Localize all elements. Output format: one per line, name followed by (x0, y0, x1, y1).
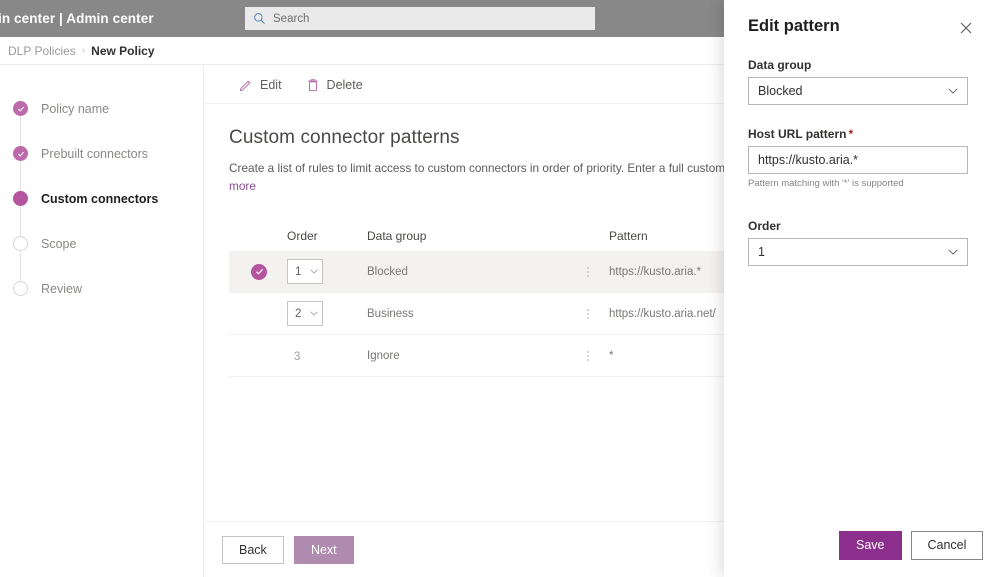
required-asterisk: * (848, 127, 854, 141)
table-header-data-group: Data group (367, 229, 427, 243)
breadcrumb-item-dlp-policies[interactable]: DLP Policies (0, 44, 76, 58)
more-options-icon (567, 307, 609, 321)
chevron-down-icon (948, 88, 958, 94)
order-dropdown[interactable]: 2 (287, 301, 323, 326)
suite-brand-title: in center | Admin center (0, 11, 154, 26)
step-connector-line (20, 204, 21, 236)
row-overflow-menu[interactable] (567, 307, 609, 321)
row-order-cell: 3 (287, 347, 367, 365)
wizard-steps-list: Policy name Prebuilt connectors Custom c… (0, 66, 203, 311)
host-url-label-text: Host URL pattern (748, 127, 847, 141)
row-selection-cell[interactable] (251, 263, 287, 280)
cancel-button[interactable]: Cancel (910, 530, 984, 560)
learn-more-link[interactable]: more (229, 179, 256, 193)
search-icon (254, 13, 265, 24)
wizard-step-label: Custom connectors (41, 191, 159, 206)
chevron-down-icon (948, 249, 958, 255)
panel-body: Data group Blocked Host URL pattern * htt… (724, 36, 992, 266)
breadcrumb-item-new-policy: New Policy (91, 43, 155, 58)
pencil-icon (239, 80, 251, 91)
wizard-step-prebuilt-connectors[interactable]: Prebuilt connectors (0, 131, 203, 176)
step-connector-line (20, 114, 21, 146)
data-group-selected-value: Blocked (758, 84, 803, 98)
order-dropdown-value: 1 (295, 265, 302, 278)
save-button[interactable]: Save (839, 530, 902, 560)
more-options-icon (567, 265, 609, 279)
step-status-current-icon (13, 191, 28, 206)
step-connector-line (20, 159, 21, 191)
order-dropdown-value: 2 (295, 307, 302, 320)
back-button[interactable]: Back (222, 535, 284, 564)
order-field: Order 1 (748, 219, 968, 266)
application-window: in center | Admin center Search DLP Poli… (0, 0, 992, 577)
wizard-step-custom-connectors[interactable]: Custom connectors (0, 176, 203, 221)
order-dropdown[interactable]: 1 (287, 259, 323, 284)
step-status-pending-icon (13, 236, 28, 251)
chevron-down-icon (310, 269, 318, 274)
step-status-pending-icon (13, 281, 28, 296)
wizard-step-rail: Policy name Prebuilt connectors Custom c… (0, 66, 204, 577)
table-header-order: Order (287, 229, 318, 243)
panel-title: Edit pattern (748, 17, 840, 35)
row-data-group: Blocked (367, 265, 408, 278)
order-dropdown-panel[interactable]: 1 (748, 238, 968, 266)
data-group-label: Data group (748, 58, 812, 72)
row-data-group: Ignore (367, 349, 400, 362)
next-button[interactable]: Next (293, 535, 354, 564)
wizard-step-label: Review (41, 281, 82, 296)
wizard-step-scope[interactable]: Scope (0, 221, 203, 266)
wizard-step-review[interactable]: Review (0, 266, 203, 311)
trash-icon (307, 78, 318, 91)
row-overflow-menu[interactable] (567, 265, 609, 279)
row-order-cell[interactable]: 1 (287, 259, 367, 284)
wizard-step-label: Policy name (41, 101, 110, 116)
host-url-pattern-input[interactable]: https://kusto.aria.* (748, 146, 968, 174)
step-connector-line (20, 249, 21, 281)
wizard-step-policy-name[interactable]: Policy name (0, 86, 203, 131)
order-selected-value: 1 (758, 245, 765, 259)
close-icon[interactable] (958, 20, 974, 36)
breadcrumb-separator-icon: › (81, 45, 86, 56)
order-static-value: 3 (294, 350, 301, 363)
panel-header: Edit pattern (724, 0, 992, 36)
host-url-pattern-field: Host URL pattern * https://kusto.aria.* P… (748, 127, 968, 189)
edit-button-label: Edit (260, 77, 282, 92)
row-selected-check-icon (251, 263, 267, 280)
edit-button[interactable]: Edit (233, 70, 288, 100)
row-order-cell[interactable]: 2 (287, 301, 367, 326)
search-input[interactable]: Search (245, 7, 595, 30)
delete-button-label: Delete (326, 77, 363, 92)
host-url-pattern-label: Host URL pattern * (748, 127, 968, 141)
row-overflow-menu[interactable] (567, 349, 609, 363)
step-status-complete-icon (13, 101, 28, 116)
edit-pattern-panel: Edit pattern Data group Blocked Host URL… (724, 0, 992, 577)
wizard-step-label: Scope (41, 236, 77, 251)
chevron-down-icon (310, 311, 318, 316)
step-status-complete-icon (13, 146, 28, 161)
data-group-field: Data group Blocked (748, 58, 968, 105)
host-url-pattern-hint: Pattern matching with '*' is supported (748, 178, 904, 189)
host-url-pattern-value: https://kusto.aria.* (758, 153, 859, 167)
panel-footer: Save Cancel (724, 513, 992, 577)
more-options-icon (567, 349, 609, 363)
data-group-dropdown[interactable]: Blocked (748, 77, 968, 105)
delete-button[interactable]: Delete (300, 70, 369, 100)
page-description-text: Create a list of rules to limit access t… (229, 161, 792, 175)
search-placeholder-text: Search (273, 12, 310, 25)
wizard-step-label: Prebuilt connectors (41, 146, 149, 161)
row-data-group: Business (367, 307, 414, 320)
order-label: Order (748, 219, 781, 233)
